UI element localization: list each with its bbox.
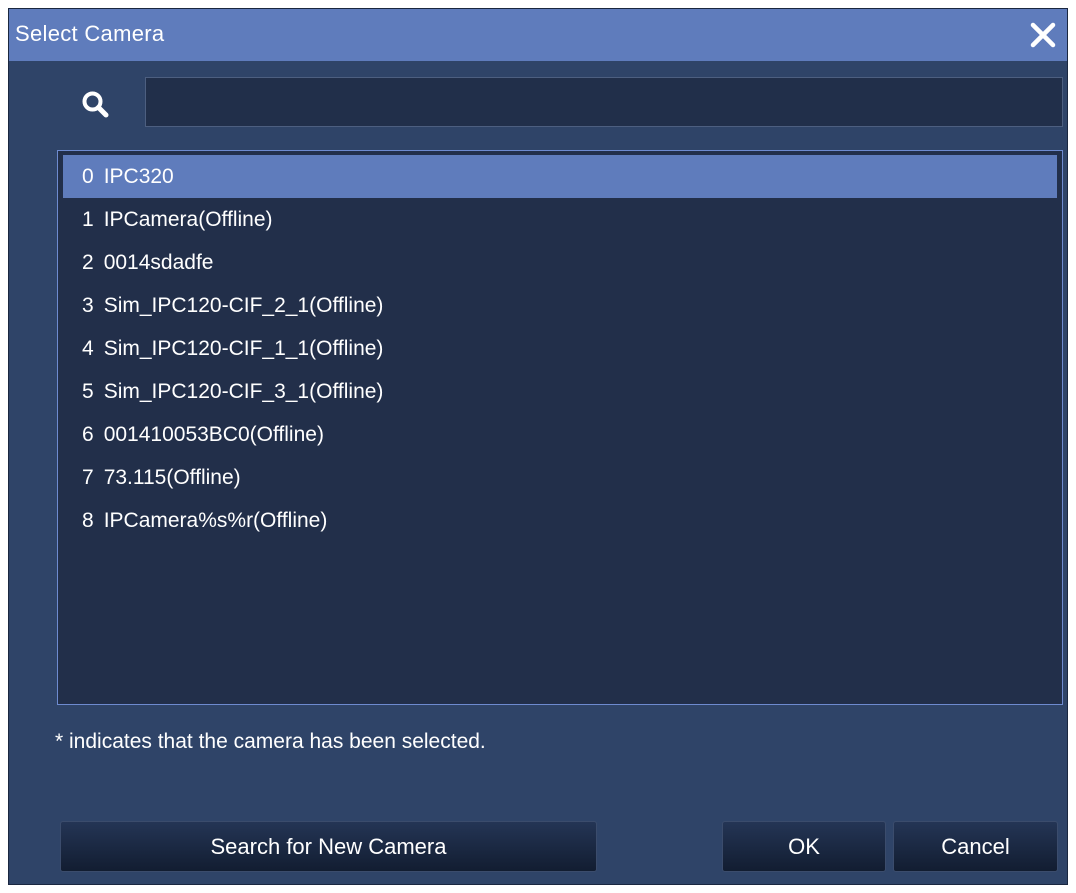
camera-index: 0 (82, 165, 94, 188)
list-item[interactable]: 1 IPCamera(Offline) (63, 198, 1057, 241)
camera-name: Sim_IPC120-CIF_2_1(Offline) (103, 294, 384, 317)
dialog-title: Select Camera (15, 21, 165, 46)
ok-button[interactable]: OK (722, 821, 886, 872)
camera-name: IPCamera(Offline) (103, 208, 273, 231)
camera-index: 8 (82, 509, 94, 532)
camera-list[interactable]: 0 IPC320 1 IPCamera(Offline) 2 0014sdadfe 3… (57, 150, 1063, 705)
list-item[interactable]: 6 001410053BC0(Offline) (63, 413, 1057, 456)
search-input[interactable] (145, 77, 1063, 127)
camera-index: 4 (82, 337, 94, 360)
camera-index: 6 (82, 423, 94, 446)
list-item[interactable]: 8 IPCamera%s%r(Offline) (63, 499, 1057, 542)
list-item[interactable]: 0 IPC320 (63, 155, 1057, 198)
list-item[interactable]: 2 0014sdadfe (63, 241, 1057, 284)
camera-name: 001410053BC0(Offline) (103, 423, 324, 446)
camera-name: Sim_IPC120-CIF_1_1(Offline) (103, 337, 384, 360)
list-item[interactable]: 4 Sim_IPC120-CIF_1_1(Offline) (63, 327, 1057, 370)
camera-name: 0014sdadfe (103, 251, 214, 274)
title-bar: Select Camera (9, 9, 1067, 61)
close-icon[interactable] (1027, 19, 1059, 51)
camera-index: 5 (82, 380, 94, 403)
camera-name: 73.115(Offline) (103, 466, 241, 489)
camera-index: 7 (82, 466, 94, 489)
list-item[interactable]: 7 73.115(Offline) (63, 456, 1057, 499)
camera-index: 3 (82, 294, 94, 317)
cancel-button[interactable]: Cancel (893, 821, 1058, 872)
camera-name: Sim_IPC120-CIF_3_1(Offline) (103, 380, 384, 403)
camera-name: IPC320 (103, 165, 174, 188)
search-new-camera-button[interactable]: Search for New Camera (60, 821, 597, 872)
camera-index: 1 (82, 208, 94, 231)
search-icon (81, 90, 111, 120)
camera-index: 2 (82, 251, 94, 274)
list-item[interactable]: 5 Sim_IPC120-CIF_3_1(Offline) (63, 370, 1057, 413)
camera-name: IPCamera%s%r(Offline) (103, 509, 328, 532)
list-item[interactable]: 3 Sim_IPC120-CIF_2_1(Offline) (63, 284, 1057, 327)
select-camera-dialog: Select Camera 0 IPC320 1 IPCamera(Offline)… (8, 8, 1068, 885)
selection-note: * indicates that the camera has been sel… (55, 730, 486, 753)
